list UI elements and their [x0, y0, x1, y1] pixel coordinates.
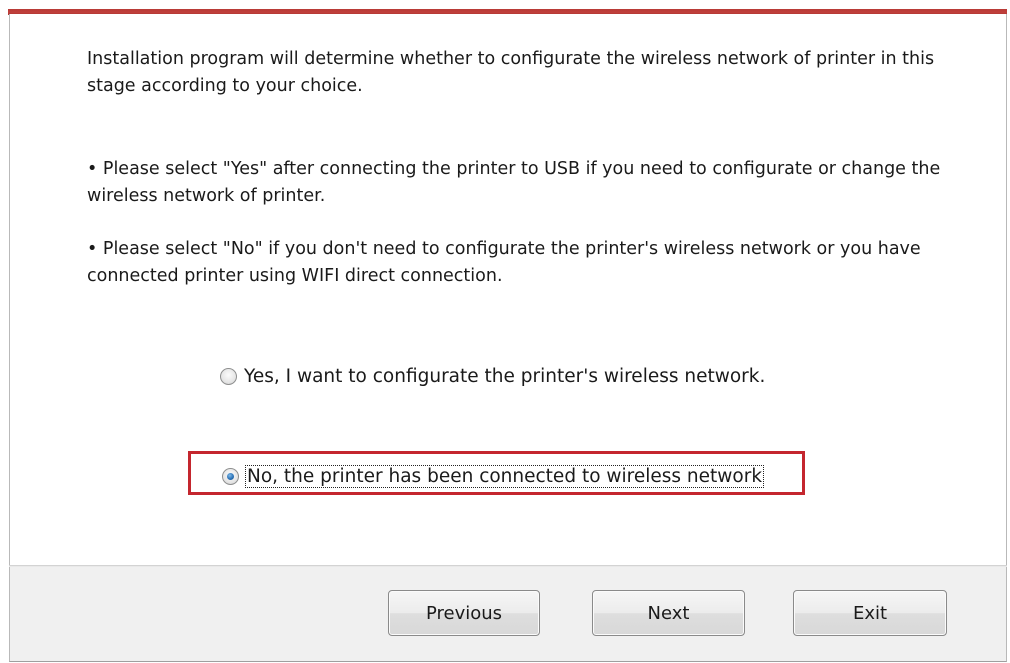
- option-yes[interactable]: Yes, I want to configurate the printer's…: [220, 366, 765, 387]
- next-button[interactable]: Next: [592, 590, 745, 636]
- highlight-box: [188, 451, 805, 495]
- exit-button[interactable]: Exit: [793, 590, 947, 636]
- bullet-no-instruction: • Please select "No" if you don't need t…: [87, 239, 921, 286]
- radio-yes-button[interactable]: [220, 368, 237, 385]
- intro-text: Installation program will determine whet…: [87, 49, 935, 96]
- previous-button[interactable]: Previous: [388, 590, 540, 636]
- bullet-yes-instruction: • Please select "Yes" after connecting t…: [87, 159, 941, 206]
- option-yes-label[interactable]: Yes, I want to configurate the printer's…: [244, 366, 765, 387]
- installer-window: Installation program will determine whet…: [0, 0, 1010, 663]
